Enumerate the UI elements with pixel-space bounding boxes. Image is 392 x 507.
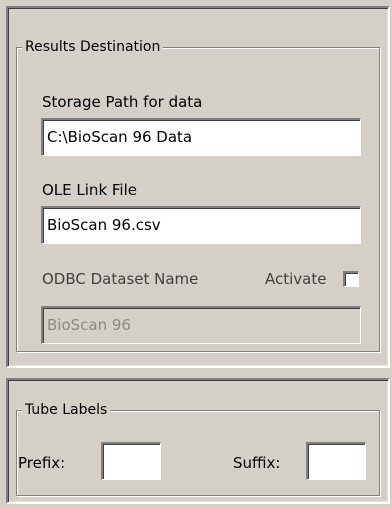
tube-labels-panel: Tube Labels Prefix: Suffix: xyxy=(6,378,390,504)
results-destination-title: Results Destination xyxy=(22,37,164,57)
suffix-label: Suffix: xyxy=(233,454,281,472)
activate-checkbox[interactable] xyxy=(343,271,359,287)
tube-labels-title: Tube Labels xyxy=(22,400,111,420)
storage-path-input[interactable]: C:\BioScan 96 Data xyxy=(41,118,361,156)
suffix-input[interactable] xyxy=(306,442,366,480)
odbc-dataset-input: BioScan 96 xyxy=(41,306,361,344)
results-destination-panel: Results Destination Storage Path for dat… xyxy=(6,6,390,368)
odbc-dataset-label: ODBC Dataset Name xyxy=(42,270,199,288)
ole-link-input[interactable]: BioScan 96.csv xyxy=(41,206,361,244)
prefix-input[interactable] xyxy=(101,442,161,480)
ole-link-label: OLE Link File xyxy=(42,181,137,199)
storage-path-label: Storage Path for data xyxy=(42,93,203,111)
activate-label: Activate xyxy=(265,270,327,288)
prefix-label: Prefix: xyxy=(18,454,66,472)
